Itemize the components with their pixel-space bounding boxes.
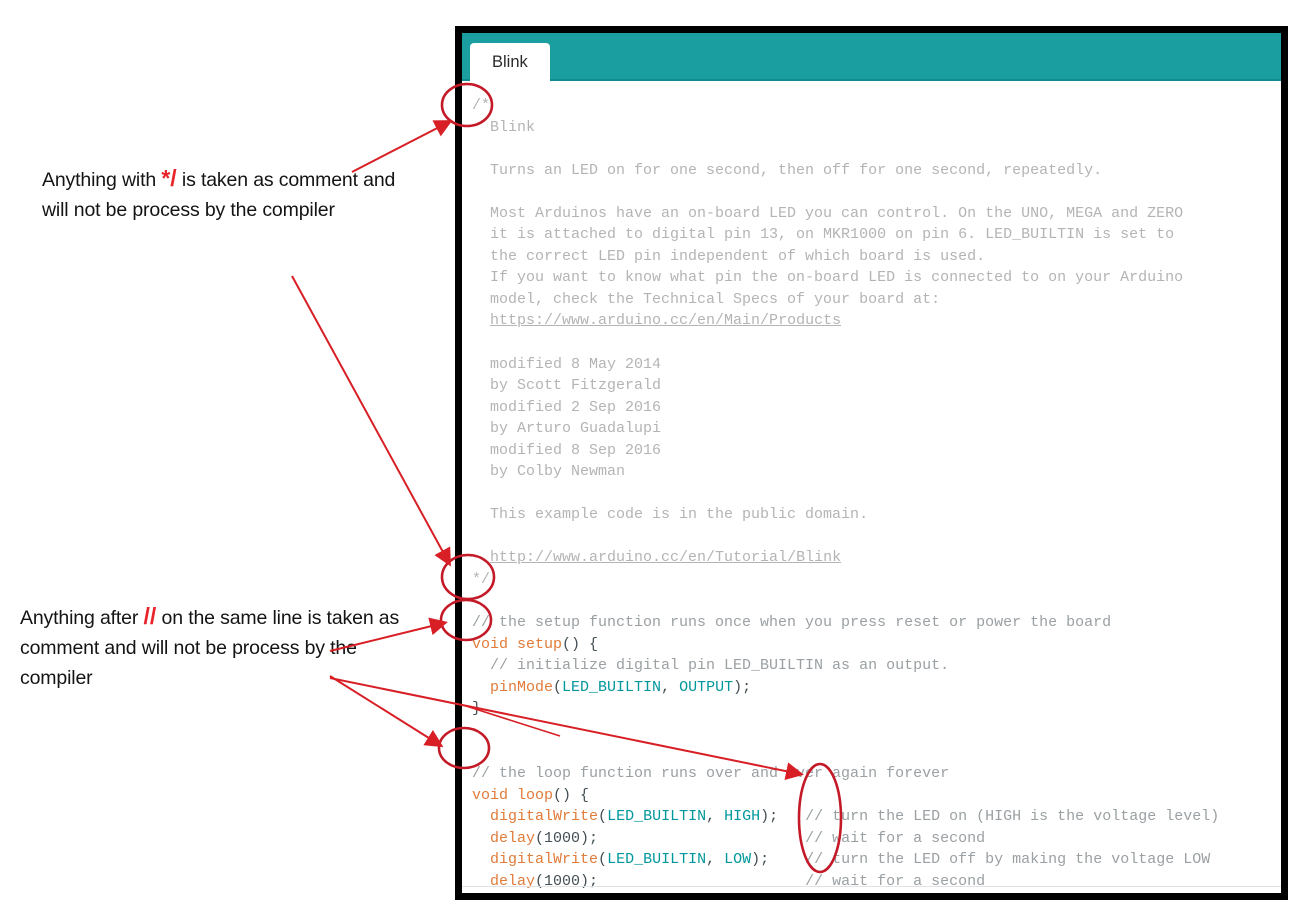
token-block-comment: modified 8 Sep 2016 [472, 441, 662, 459]
token-constant: LED_BUILTIN [562, 678, 662, 696]
token-block-comment: modified 8 May 2014 [472, 355, 662, 373]
code-line: delay(1000); // wait for a second [490, 872, 986, 890]
token-keyword: void [472, 786, 509, 804]
token-block-comment: model, check the Technical Specs of your… [472, 290, 941, 308]
code-line: // the loop function runs over and over … [472, 763, 1281, 785]
callout-1-text-before: Anything with [42, 169, 162, 191]
code-line: digitalWrite(LED_BUILTIN, LOW); // turn … [490, 851, 1211, 869]
editor-bottom-divider [462, 886, 1281, 887]
token-keyword: loop [517, 786, 554, 804]
token-comment-url: http://www.arduino.cc/en/Tutorial/Blink [490, 549, 842, 567]
code-line: delay(1000); // wait for a second [490, 829, 986, 847]
code-line: https://www.arduino.cc/en/Main/Products [472, 310, 1281, 332]
code-line: modified 8 May 2014 [472, 354, 1281, 376]
token-keyword: delay [490, 829, 536, 847]
code-line: modified 2 Sep 2016 [472, 397, 1281, 419]
code-text[interactable]: /* Blink Turns an LED on for one second,… [472, 95, 1281, 893]
token-block-comment: by Arturo Guadalupi [472, 420, 662, 438]
token-line-comment: // initialize digital pin LED_BUILTIN as… [472, 657, 950, 675]
code-line: Blink [472, 117, 1281, 139]
token-block-comment: Turns an LED on for one second, then off… [472, 161, 1103, 179]
code-line: by Arturo Guadalupi [472, 418, 1281, 440]
token-line-comment: // the setup function runs once when you… [472, 614, 1112, 632]
arduino-ide-window: Blink /* Blink Turns an LED on for one s… [455, 26, 1288, 900]
code-editor[interactable]: /* Blink Turns an LED on for one second,… [462, 81, 1281, 893]
arrow-callout1-to-close [291, 275, 451, 567]
callout-2-text-before: Anything after [20, 607, 144, 629]
token-line-comment: // wait for a second [805, 829, 986, 847]
code-line: model, check the Technical Specs of your… [472, 289, 1281, 311]
callout-line-comment: Anything after // on the same line is ta… [20, 601, 400, 693]
code-line: modified 8 Sep 2016 [472, 440, 1281, 462]
code-line: This example code is in the public domai… [472, 504, 1281, 526]
token-block-comment: by Scott Fitzgerald [472, 377, 662, 395]
token-keyword: delay [490, 872, 536, 890]
code-line: pinMode(LED_BUILTIN, OUTPUT); [490, 678, 752, 696]
token-constant: LED_BUILTIN [607, 808, 707, 826]
code-line: } [472, 700, 482, 718]
token-constant: LOW [724, 851, 752, 869]
ide-toolbar [462, 33, 1281, 81]
code-line: If you want to know what pin the on-boar… [472, 267, 1281, 289]
callout-block-comment: Anything with */ is taken as comment and… [42, 163, 422, 225]
token-line-comment: // turn the LED off by making the voltag… [805, 851, 1211, 869]
code-line: void loop() { [472, 786, 590, 804]
code-line: // initialize digital pin LED_BUILTIN as… [472, 655, 1281, 677]
token-keyword: void [472, 635, 509, 653]
code-line: it is attached to digital pin 13, on MKR… [472, 224, 1281, 246]
token-block-comment: by Colby Newman [472, 463, 626, 481]
token-keyword: setup [517, 635, 563, 653]
token-keyword: digitalWrite [490, 808, 599, 826]
token-line-comment: // wait for a second [805, 872, 986, 890]
code-line: // the setup function runs once when you… [472, 612, 1281, 634]
token-keyword: pinMode [490, 678, 554, 696]
token-constant: HIGH [724, 808, 761, 826]
token-comment-url: https://www.arduino.cc/en/Main/Products [490, 312, 842, 330]
code-line: */ [472, 569, 1281, 591]
token-block-comment: */ [472, 571, 491, 589]
token-block-comment: Blink [472, 118, 536, 136]
code-line: Most Arduinos have an on-board LED you c… [472, 203, 1281, 225]
token-line-comment: // the loop function runs over and over … [472, 764, 950, 782]
code-line: by Scott Fitzgerald [472, 375, 1281, 397]
code-line: http://www.arduino.cc/en/Tutorial/Blink [472, 547, 1281, 569]
code-line: Turns an LED on for one second, then off… [472, 160, 1281, 182]
token-constant: LED_BUILTIN [607, 851, 707, 869]
ide-tab-bar: Blink [462, 43, 550, 81]
code-line: /* [472, 95, 1281, 117]
token-constant: OUTPUT [679, 678, 734, 696]
code-line: by Colby Newman [472, 461, 1281, 483]
token-block-comment: modified 2 Sep 2016 [472, 398, 662, 416]
code-line: the correct LED pin independent of which… [472, 246, 1281, 268]
code-line: } [472, 892, 1281, 893]
token-line-comment: // turn the LED on (HIGH is the voltage … [805, 808, 1220, 826]
token-keyword: digitalWrite [490, 851, 599, 869]
token-block-comment: the correct LED pin independent of which… [472, 247, 986, 265]
callout-2-symbol: // [143, 603, 157, 629]
token-block-comment: Most Arduinos have an on-board LED you c… [472, 204, 1184, 222]
code-line: void setup() { [472, 635, 599, 653]
token-block-comment: This example code is in the public domai… [472, 506, 869, 524]
token-block-comment: /* [472, 97, 491, 114]
tab-blink[interactable]: Blink [470, 43, 550, 81]
code-line: digitalWrite(LED_BUILTIN, HIGH); // turn… [490, 808, 1220, 826]
token-block-comment: If you want to know what pin the on-boar… [472, 269, 1184, 287]
token-block-comment: it is attached to digital pin 13, on MKR… [472, 226, 1175, 244]
callout-1-symbol: */ [161, 165, 177, 191]
